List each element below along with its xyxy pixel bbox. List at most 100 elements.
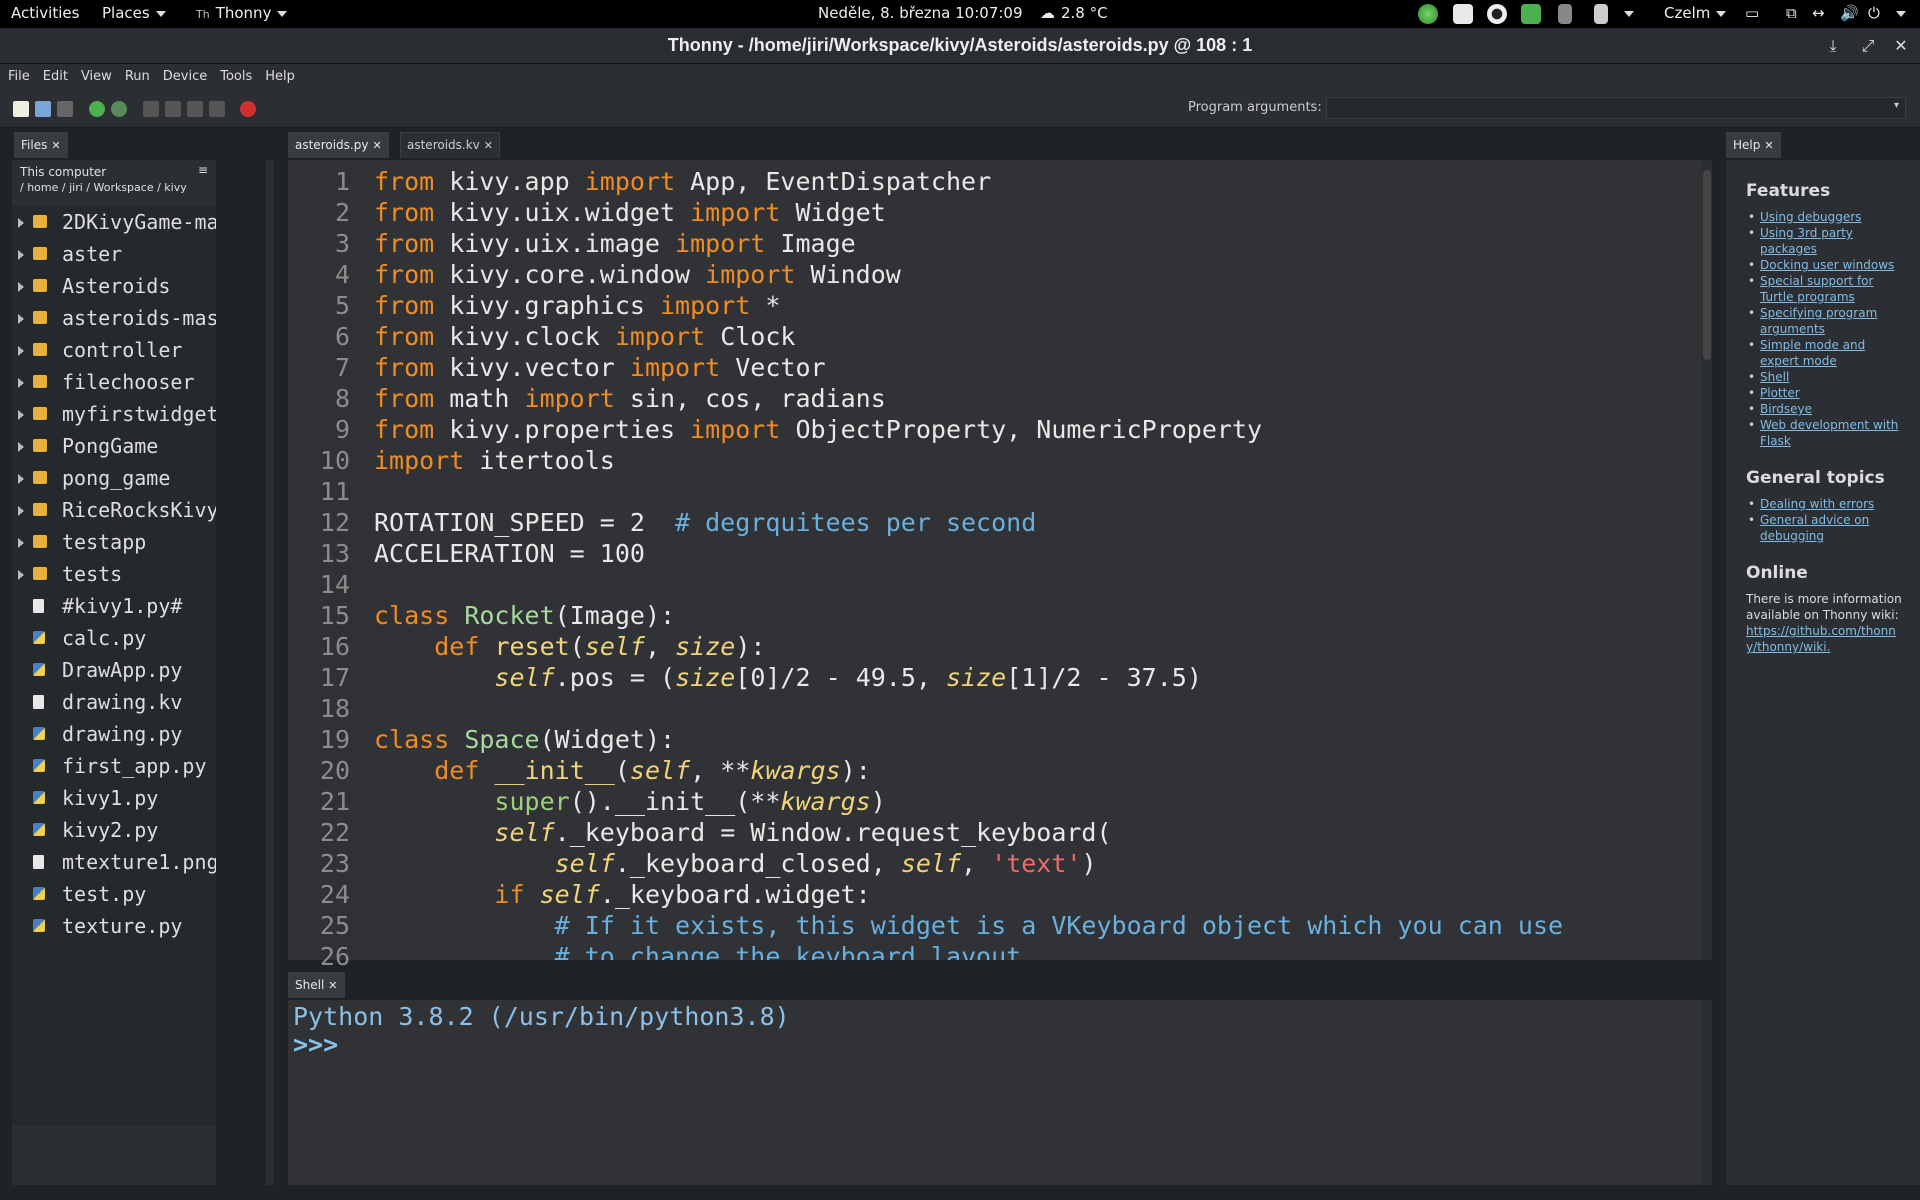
- folder-item[interactable]: RiceRocksKivy-ma: [12, 494, 216, 526]
- program-arguments-input[interactable]: ▾: [1326, 97, 1906, 119]
- editor-scroll-thumb[interactable]: [1703, 170, 1711, 360]
- menu-help[interactable]: Help: [257, 64, 300, 84]
- resume-icon[interactable]: [209, 101, 225, 117]
- close-icon[interactable]: ✕: [1892, 36, 1910, 55]
- file-item[interactable]: DrawApp.py: [12, 654, 216, 686]
- code-line[interactable]: from kivy.properties import ObjectProper…: [374, 414, 1262, 445]
- help-link[interactable]: Using 3rd party packages: [1760, 226, 1853, 256]
- menu-run[interactable]: Run: [117, 64, 155, 84]
- step-into-icon[interactable]: [165, 101, 181, 117]
- check-icon[interactable]: [1521, 4, 1541, 24]
- run-icon[interactable]: [89, 101, 105, 117]
- chevron-down-icon[interactable]: ▾: [1894, 100, 1899, 111]
- code-line[interactable]: from math import sin, cos, radians: [374, 383, 886, 414]
- network-arrows-icon[interactable]: ↔: [1812, 4, 1825, 22]
- folder-item[interactable]: filechooser: [12, 366, 216, 398]
- shell-prompt[interactable]: >>>: [293, 1030, 353, 1059]
- close-icon[interactable]: ✕: [372, 139, 381, 152]
- menu-device[interactable]: Device: [155, 64, 212, 84]
- clipboard-icon[interactable]: [1594, 4, 1608, 24]
- code-line[interactable]: from kivy.core.window import Window: [374, 259, 901, 290]
- code-line[interactable]: def __init__(self, **kwargs):: [374, 755, 871, 786]
- code-line[interactable]: from kivy.clock import Clock: [374, 321, 795, 352]
- keyboard-layout[interactable]: Czelm: [1664, 4, 1727, 22]
- help-link[interactable]: Shell: [1760, 370, 1789, 384]
- expand-icon[interactable]: [18, 250, 24, 260]
- calendar-icon[interactable]: [1453, 4, 1473, 24]
- step-over-icon[interactable]: [143, 101, 159, 117]
- menu-edit[interactable]: Edit: [35, 64, 73, 84]
- menu-view[interactable]: View: [73, 64, 117, 84]
- code-line[interactable]: import itertools: [374, 445, 615, 476]
- volume-icon[interactable]: 🔊: [1840, 4, 1859, 22]
- debug-icon[interactable]: [111, 101, 127, 117]
- help-link[interactable]: Plotter: [1760, 386, 1800, 400]
- display-icon[interactable]: ▭: [1745, 4, 1759, 22]
- clock[interactable]: Neděle, 8. března 10:07:09: [818, 4, 1023, 22]
- help-link[interactable]: Docking user windows: [1760, 258, 1894, 272]
- close-icon[interactable]: ✕: [51, 139, 60, 152]
- expand-icon[interactable]: [18, 442, 24, 452]
- clipboard-menu-toggle[interactable]: [1618, 4, 1634, 22]
- code-line[interactable]: # If it exists, this widget is a VKeyboa…: [374, 910, 1563, 941]
- window-title-bar[interactable]: Thonny - /home/jiri/Workspace/kivy/Aster…: [0, 28, 1920, 64]
- tab-shell[interactable]: Shell ✕: [288, 972, 345, 998]
- code-line[interactable]: if self._keyboard.widget:: [374, 879, 870, 910]
- code-line[interactable]: ROTATION_SPEED = 2 # degrquitees per sec…: [374, 507, 1036, 538]
- editor-scrollbar[interactable]: [1702, 160, 1712, 960]
- weather-indicator[interactable]: ☁ 2.8 °C: [1040, 4, 1108, 22]
- step-out-icon[interactable]: [187, 101, 203, 117]
- folder-item[interactable]: controller: [12, 334, 216, 366]
- menu-icon[interactable]: ≡: [198, 163, 208, 178]
- file-item[interactable]: first_app.py: [12, 750, 216, 782]
- help-link[interactable]: Simple mode and expert mode: [1760, 338, 1865, 368]
- places-menu[interactable]: Places: [102, 4, 166, 22]
- code-text-area[interactable]: from kivy.app import App, EventDispatche…: [374, 160, 1704, 960]
- open-file-icon[interactable]: [35, 101, 51, 117]
- code-line[interactable]: ACCELERATION = 100: [374, 538, 645, 569]
- expand-icon[interactable]: [18, 410, 24, 420]
- expand-icon[interactable]: [18, 506, 24, 516]
- close-icon[interactable]: ✕: [328, 979, 337, 992]
- code-line[interactable]: class Space(Widget):: [374, 724, 675, 755]
- folder-item[interactable]: Asteroids: [12, 270, 216, 302]
- expand-icon[interactable]: [18, 474, 24, 484]
- expand-icon[interactable]: [18, 282, 24, 292]
- help-link[interactable]: Special support for Turtle programs: [1760, 274, 1873, 304]
- help-link[interactable]: Dealing with errors: [1760, 497, 1874, 511]
- code-line[interactable]: # to change the keyboard layout: [374, 941, 1022, 960]
- folder-item[interactable]: myfirstwidget_te: [12, 398, 216, 430]
- file-item[interactable]: drawing.py: [12, 718, 216, 750]
- save-icon[interactable]: [57, 101, 73, 117]
- folder-item[interactable]: 2DKivyGame-maste: [12, 206, 216, 238]
- file-item[interactable]: calc.py: [12, 622, 216, 654]
- activities-button[interactable]: Activities: [11, 4, 79, 22]
- code-line[interactable]: self._keyboard = Window.request_keyboard…: [374, 817, 1111, 848]
- screen-icon[interactable]: ⧉: [1786, 4, 1797, 22]
- code-line[interactable]: self._keyboard_closed, self, 'text'): [374, 848, 1097, 879]
- shell-scrollbar[interactable]: [1702, 1000, 1712, 1185]
- code-line[interactable]: def reset(self, size):: [374, 631, 765, 662]
- files-scrollbar[interactable]: [266, 160, 274, 1185]
- expand-icon[interactable]: [18, 378, 24, 388]
- tab-asteroids-kv[interactable]: asteroids.kv ✕: [400, 132, 500, 158]
- expand-icon[interactable]: [18, 314, 24, 324]
- file-item[interactable]: drawing.kv: [12, 686, 216, 718]
- help-link[interactable]: Using debuggers: [1760, 210, 1861, 224]
- close-icon[interactable]: ✕: [484, 139, 493, 152]
- app-menu[interactable]: Th Thonny: [196, 4, 288, 22]
- folder-item[interactable]: pong_game: [12, 462, 216, 494]
- minimize-icon[interactable]: ⤓: [1824, 36, 1842, 56]
- code-line[interactable]: self.pos = (size[0]/2 - 49.5, size[1]/2 …: [374, 662, 1201, 693]
- file-item[interactable]: mtexture1.png: [12, 846, 216, 878]
- maximize-icon[interactable]: ⤢: [1859, 36, 1877, 56]
- code-line[interactable]: from kivy.app import App, EventDispatche…: [374, 166, 991, 197]
- breadcrumb[interactable]: / home / jiri / Workspace / kivy: [20, 180, 216, 195]
- folder-item[interactable]: tests: [12, 558, 216, 590]
- expand-icon[interactable]: [18, 538, 24, 548]
- close-icon[interactable]: ✕: [1764, 139, 1773, 152]
- folder-item[interactable]: aster: [12, 238, 216, 270]
- expand-icon[interactable]: [18, 218, 24, 228]
- stop-icon[interactable]: [240, 101, 256, 117]
- file-item[interactable]: kivy2.py: [12, 814, 216, 846]
